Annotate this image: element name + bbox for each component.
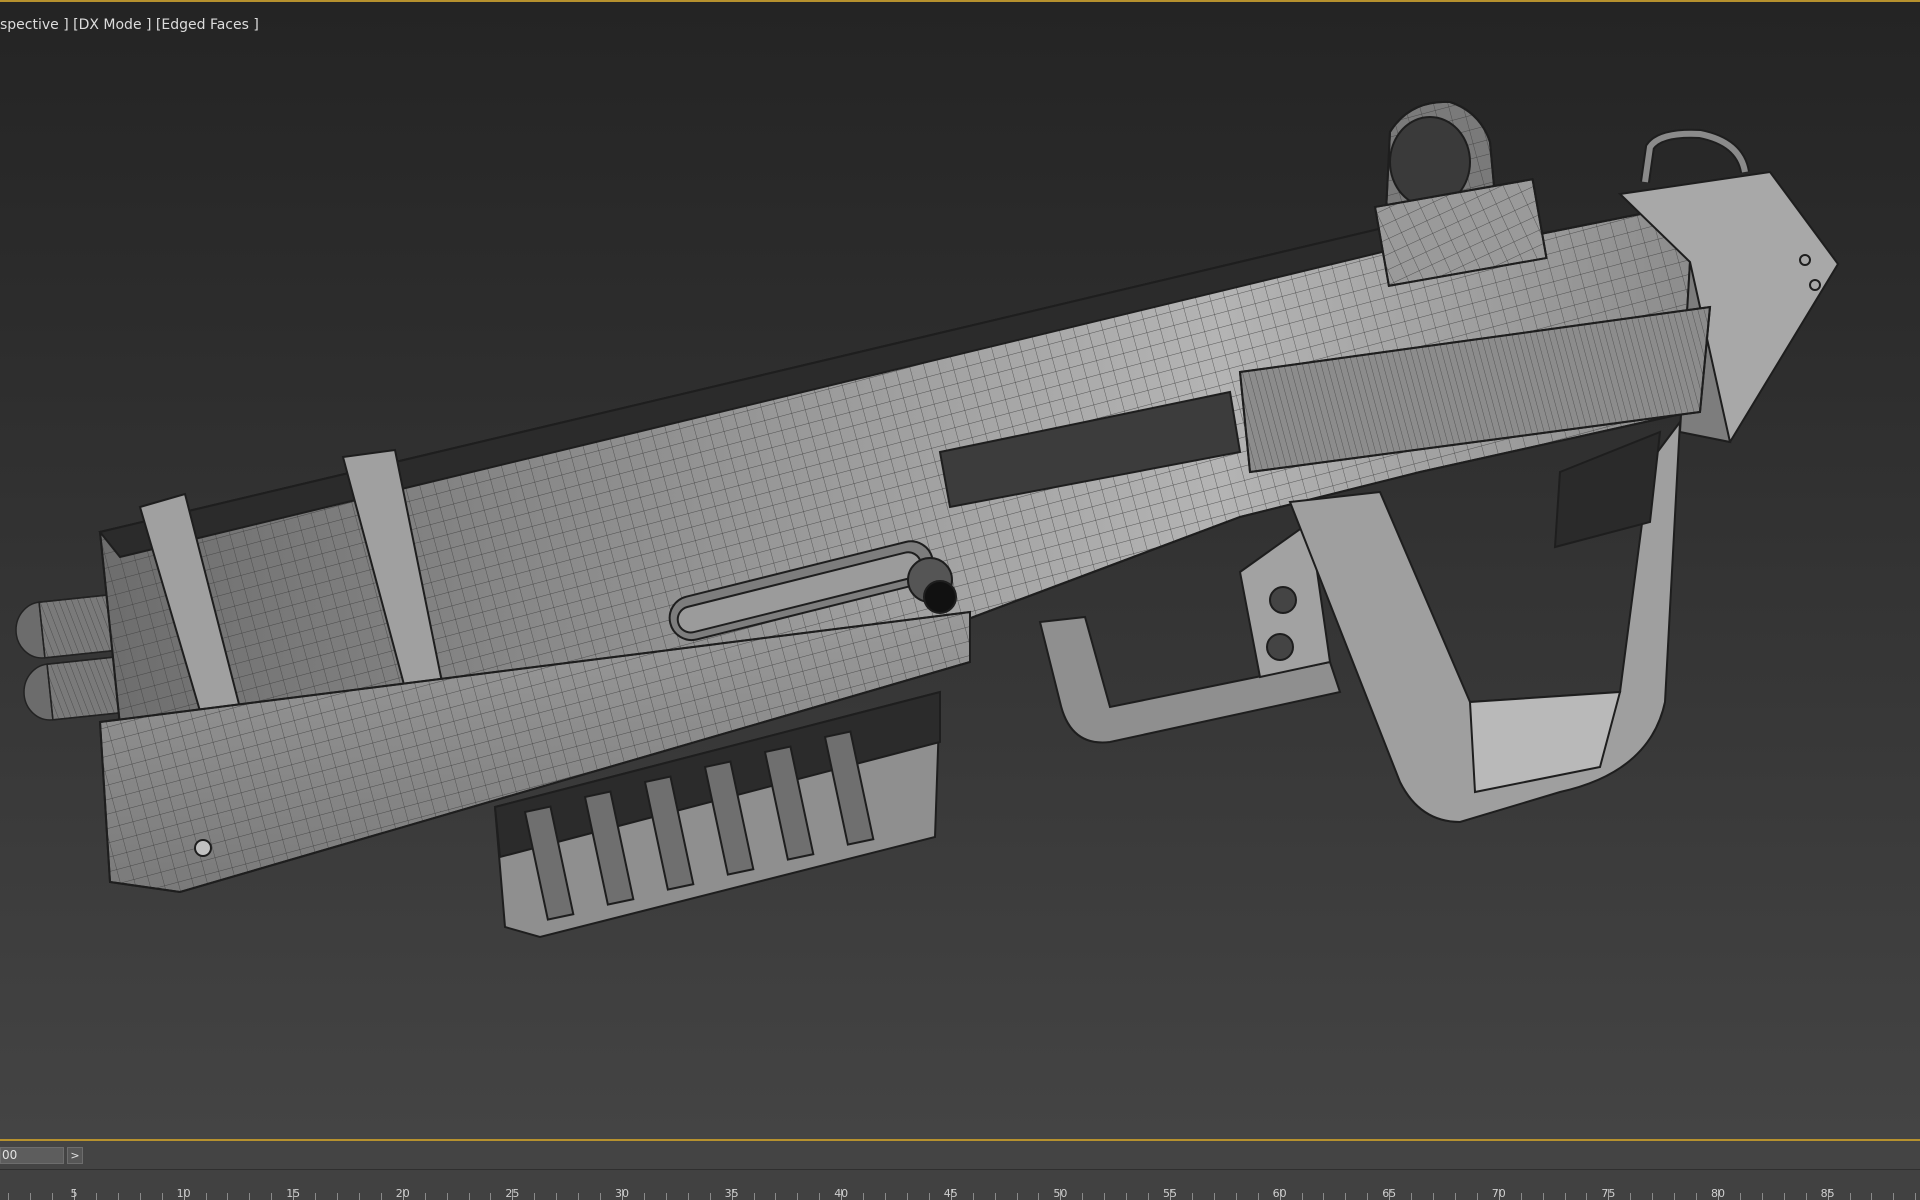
timeline-tick — [753, 1193, 755, 1200]
timeline-tick — [1761, 1193, 1763, 1200]
timeline-tick-label: 5 — [70, 1187, 78, 1200]
timeline-tick-label: 85 — [1820, 1187, 1835, 1200]
timeline-tick — [1893, 1193, 1895, 1200]
timeline-tick — [117, 1193, 119, 1200]
timeline-tick — [1630, 1193, 1632, 1200]
timeline-tick-label: 75 — [1601, 1187, 1616, 1200]
timeline-tick — [994, 1193, 996, 1200]
next-frame-button[interactable]: > — [67, 1147, 83, 1164]
timeline-tick — [1783, 1193, 1785, 1200]
time-slider-bar[interactable]: 00 > — [0, 1141, 1920, 1170]
timeline-tick — [271, 1193, 273, 1200]
timeline-tick — [1323, 1193, 1325, 1200]
timeline-tick — [1038, 1193, 1040, 1200]
timeline-tick — [643, 1193, 645, 1200]
timeline-tick — [1433, 1193, 1435, 1200]
timeline-tick — [1235, 1193, 1237, 1200]
timeline-tick-label: 65 — [1382, 1187, 1397, 1200]
timeline-tick — [863, 1193, 865, 1200]
timeline-tick — [1213, 1193, 1215, 1200]
timeline-tick — [1652, 1193, 1654, 1200]
red-dot-sight — [1373, 100, 1548, 287]
timeline-tick — [1871, 1193, 1873, 1200]
timeline-tick — [337, 1193, 339, 1200]
timeline-tick — [1476, 1193, 1478, 1200]
timeline-tick — [1586, 1193, 1588, 1200]
timeline-tick-label: 10 — [176, 1187, 191, 1200]
timeline-tick — [161, 1193, 163, 1200]
timeline-tick — [1126, 1193, 1128, 1200]
timeline-tick — [1542, 1193, 1544, 1200]
timeline-tick — [1696, 1193, 1698, 1200]
timeline-tick — [775, 1193, 777, 1200]
timeline-tick-label: 20 — [395, 1187, 410, 1200]
timeline-tick — [468, 1193, 470, 1200]
timeline-tick — [556, 1193, 558, 1200]
timeline-tick — [928, 1193, 930, 1200]
timeline-tick — [797, 1193, 799, 1200]
timeline-tick — [1805, 1193, 1807, 1200]
timeline-tick — [1564, 1193, 1566, 1200]
timeline-tick — [972, 1193, 974, 1200]
timeline-tick — [885, 1193, 887, 1200]
timeline-tick — [1674, 1193, 1676, 1200]
time-slider-handle[interactable]: 00 — [0, 1147, 64, 1164]
timeline-tick-label: 45 — [943, 1187, 958, 1200]
timeline-tick — [1301, 1193, 1303, 1200]
timeline-tick — [8, 1193, 10, 1200]
timeline-tick — [1082, 1193, 1084, 1200]
timeline-tick — [446, 1193, 448, 1200]
timeline-tick — [819, 1193, 821, 1200]
timeline-tick-label: 15 — [286, 1187, 301, 1200]
timeline-tick-label: 30 — [615, 1187, 629, 1200]
timeline-tick — [52, 1193, 54, 1200]
timeline-tick — [205, 1193, 207, 1200]
timeline-tick — [1520, 1193, 1522, 1200]
timeline-tick — [534, 1193, 536, 1200]
timeline-tick-label: 60 — [1272, 1187, 1287, 1200]
timeline-tick-label: 50 — [1053, 1187, 1068, 1200]
timeline-tick — [600, 1193, 602, 1200]
timeline-tick — [1104, 1193, 1106, 1200]
timeline-tick — [315, 1193, 317, 1200]
timeline-tick — [490, 1193, 492, 1200]
rifle-3d-model[interactable] — [0, 2, 1920, 1139]
timeline-tick — [665, 1193, 667, 1200]
timeline-tick — [1915, 1193, 1917, 1200]
timeline-tick — [1739, 1193, 1741, 1200]
timeline-tick-label: 25 — [505, 1187, 520, 1200]
timeline-tick — [906, 1193, 908, 1200]
timeline-tick — [1367, 1193, 1369, 1200]
timeline-tick — [227, 1193, 229, 1200]
timeline-tick — [249, 1193, 251, 1200]
timeline-tick — [1454, 1193, 1456, 1200]
timeline-tick — [95, 1193, 97, 1200]
timeline-tick — [30, 1193, 32, 1200]
timeline-tick — [1849, 1193, 1851, 1200]
timeline-tick — [1345, 1193, 1347, 1200]
timeline-tick-label: 80 — [1711, 1187, 1725, 1200]
timeline-tick — [139, 1193, 141, 1200]
timeline-tick-label: 55 — [1163, 1187, 1177, 1200]
timeline-ruler[interactable]: 5 10 15 20 25 30 35 40 45 50 55 60 65 70 75 80 85 — [0, 1170, 1920, 1200]
timeline-tick — [578, 1193, 580, 1200]
timeline-tick — [1257, 1193, 1259, 1200]
timeline-tick — [358, 1193, 360, 1200]
timeline-tick — [687, 1193, 689, 1200]
timeline-tick — [1191, 1193, 1193, 1200]
perspective-viewport[interactable]: spective ] [DX Mode ] [Edged Faces ] — [0, 0, 1920, 1139]
timeline-tick-label: 70 — [1491, 1187, 1506, 1200]
timeline-tick — [424, 1193, 426, 1200]
timeline-tick-label: 40 — [834, 1187, 849, 1200]
timeline-tick — [1016, 1193, 1018, 1200]
timeline-tick — [709, 1193, 711, 1200]
timeline-tick — [1411, 1193, 1413, 1200]
timeline-tick — [1148, 1193, 1150, 1200]
timeline-tick-label: 35 — [724, 1187, 739, 1200]
timeline-tick — [380, 1193, 382, 1200]
